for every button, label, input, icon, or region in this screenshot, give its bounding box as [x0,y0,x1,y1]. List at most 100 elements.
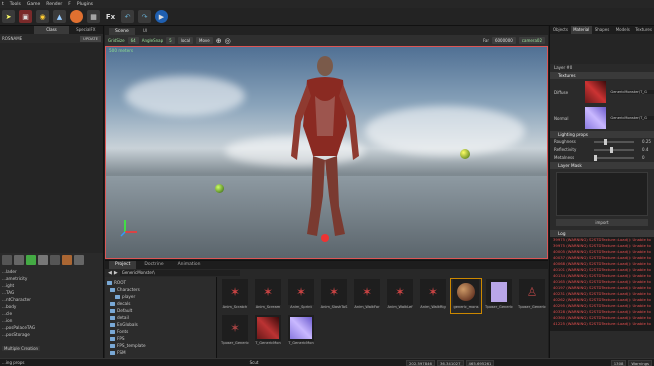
undo-icon[interactable]: ↶ [121,10,134,23]
log-header[interactable]: Log [550,230,654,237]
normal-texture-preview[interactable] [585,107,607,129]
list-item[interactable]: ...lader [2,268,101,275]
asset-icon[interactable] [62,255,72,265]
globe-icon[interactable]: ⊕ [216,37,222,45]
roughness-value[interactable]: 0.25 [642,138,651,146]
asset-thumb[interactable]: ✶ Anim_WalkFor [352,279,382,313]
list-item[interactable]: ...ntCharacter [2,296,101,303]
tab-objects[interactable]: Objects [550,26,571,34]
target-icon[interactable]: ◎ [225,37,231,45]
menu-game[interactable]: Game [27,2,40,7]
select-tool-icon[interactable]: ➤ [2,10,15,23]
list-item[interactable]: ...ametricity [2,275,101,282]
tab-first[interactable] [0,26,34,34]
textures-header[interactable]: Textures [550,72,654,79]
asset-thumb[interactable]: ✶ Anim_Scratch [220,279,250,313]
tree-item[interactable]: detail [107,314,214,321]
redo-icon[interactable]: ↷ [138,10,151,23]
back-icon[interactable]: ◀ [108,270,112,276]
layer-mask-preview[interactable] [556,172,648,216]
tab-scene[interactable]: Scene [109,28,135,35]
menu-render[interactable]: Render [46,2,62,7]
multiple-creation-label[interactable]: Multiple Creation [2,346,41,351]
play-icon[interactable]: ▶ [155,10,168,23]
asset-thumb[interactable]: T_GenericMon [286,315,316,349]
tab-specialfx[interactable]: SpecialFX [69,26,103,34]
tree-item[interactable]: Default [107,307,214,314]
tree-item[interactable]: FPS_template [107,342,214,349]
import-button[interactable]: import [556,219,648,226]
list-item[interactable]: ...ight [2,282,101,289]
camera-dropdown[interactable]: camera02 [518,37,545,44]
tab-models[interactable]: Models [612,26,633,34]
asset-thumb[interactable]: ✶ Anim_Sprint [286,279,316,313]
tab-ui[interactable]: UI [137,28,154,35]
tree-item[interactable]: EnGlobals [107,321,214,328]
list-item[interactable]: ...body [2,303,101,310]
asset-thumb[interactable]: generic_mons [450,278,482,314]
cube-icon[interactable]: ▣ [19,10,32,23]
tab-project[interactable]: Project [109,261,137,269]
asset-icon[interactable] [14,255,24,265]
menu-item[interactable]: t [2,2,4,7]
tree-item[interactable]: player [107,293,214,300]
metalness-value[interactable]: 0 [642,154,645,162]
diffuse-texture-preview[interactable] [585,81,607,103]
tree-item[interactable]: FPS [107,335,214,342]
asset-icon[interactable] [26,255,36,265]
tree-item[interactable]: Characters [107,286,214,293]
tree-item[interactable]: ROOT [107,279,214,286]
normal-path[interactable]: GenericMonster\T_G [610,116,654,120]
grid-icon[interactable]: ▦ [87,10,100,23]
tree-item[interactable]: decals [107,300,214,307]
path-field[interactable]: GenericMonster\ [119,270,240,276]
reflectivity-slider[interactable] [594,147,634,153]
menu-tools[interactable]: Tools [10,2,21,7]
terrain-icon[interactable]: ▲ [53,10,66,23]
list-item[interactable]: ...TAG [2,289,101,296]
update-button[interactable]: UPDATE [80,35,101,42]
far-field[interactable]: 6000000 [491,37,516,44]
tree-item[interactable]: Fonts [107,328,214,335]
warnings-dropdown[interactable]: Warnings [628,359,652,366]
list-item[interactable]: ...ion [2,317,101,324]
tab-material[interactable]: Material [570,26,592,34]
lighting-header[interactable]: Lighting props [550,131,654,138]
asset-thumb[interactable]: Tposer_Generic [484,279,514,313]
menu-f[interactable]: F [68,2,71,7]
move-dropdown[interactable]: Move [196,37,213,44]
asset-icon[interactable] [38,255,48,265]
forward-icon[interactable]: ▶ [114,270,118,276]
tree-item[interactable]: FSM [107,349,214,356]
3d-viewport[interactable]: 500 meters [105,46,548,259]
asset-thumb[interactable]: ✶ Anim_Scream [253,279,283,313]
diffuse-path[interactable]: GenericMonster\T_G [610,90,654,94]
tab-animation[interactable]: Animation [172,261,207,269]
asset-icon[interactable] [2,255,12,265]
layer-mask-header[interactable]: Layer Mask [550,162,654,169]
fx-icon[interactable]: Fx [104,10,117,23]
menu-plugins[interactable]: Plugins [77,2,93,7]
asset-icon[interactable] [74,255,84,265]
asset-thumb[interactable]: ✶ Anim_WalkLef [385,279,415,313]
tab-textures[interactable]: Textures [633,26,654,34]
asset-thumb[interactable]: ✶ Anim_SlashToS [319,279,349,313]
gridsize-field[interactable]: 64 [127,37,139,44]
asset-icon[interactable] [50,255,60,265]
roughness-slider[interactable] [594,139,634,145]
asset-thumb[interactable]: ✶ Tposer_Generic [220,315,250,349]
list-item[interactable]: ...posStorage [2,331,101,338]
asset-thumb[interactable]: T_GenericMon [253,315,283,349]
asset-thumb[interactable]: ✶ Anim_WalkRig [418,279,448,313]
light-icon[interactable]: ◉ [36,10,49,23]
asset-thumb[interactable]: ♙ Tposer_Generic [517,279,547,313]
local-dropdown[interactable]: local [177,37,194,44]
anglesnap-field[interactable]: 5 [166,37,175,44]
tab-doctrine[interactable]: Doctrine [138,261,169,269]
list-item[interactable]: ...posPalaceTAG [2,324,101,331]
list-item[interactable]: ...cle [2,310,101,317]
metalness-slider[interactable] [594,155,634,161]
sphere-icon[interactable] [70,10,83,23]
tab-class[interactable]: Class [34,26,69,34]
reflectivity-value[interactable]: 0.4 [642,146,648,154]
